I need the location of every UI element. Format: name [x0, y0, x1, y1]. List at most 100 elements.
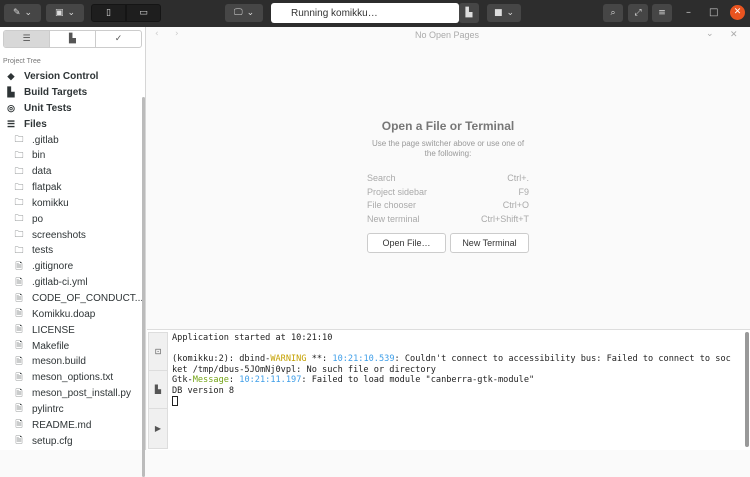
pages-dropdown[interactable]: ⌄	[706, 29, 714, 39]
file-label: CODE_OF_CONDUCT....	[32, 293, 146, 304]
build-icon: ▙	[154, 385, 162, 394]
folder-icon: 🗀	[14, 197, 24, 208]
tab-project-tree[interactable]: ☰	[4, 31, 50, 47]
file-icon: 🗎	[15, 435, 23, 446]
tab-run-output[interactable]: ▶	[149, 409, 167, 447]
pages-icon: ▣	[54, 8, 64, 18]
tree-folder[interactable]: 🗀 bin	[14, 148, 45, 164]
tree-file[interactable]: 🗎 README.md	[14, 417, 91, 433]
tree-file[interactable]: 🗎 Komikku.doap	[14, 306, 95, 322]
tree-folder[interactable]: 🗀 data	[14, 164, 51, 180]
folder-label: .gitlab	[32, 134, 59, 146]
header-bar: ✎ ⌄ ▣ ⌄ ▯ ▭ 🖵 ⌄ Running komikku… ▙ ■ ⌄ ⌕ ⤢ ≡…	[0, 0, 750, 27]
forward-button[interactable]: ›	[175, 29, 179, 39]
chevron-down-icon: ⌄	[246, 8, 255, 18]
stop-icon: ■	[493, 8, 503, 18]
bottom-panel: ⊡ ▙ ▶ Application started at 10:21:10 (k…	[147, 329, 750, 450]
folder-icon: 🗀	[14, 149, 24, 160]
build-menu-button[interactable]: ✎ ⌄	[4, 4, 41, 22]
tree-file[interactable]: 🗎 Makefile	[14, 338, 69, 354]
run-status-field[interactable]: Running komikku…	[271, 3, 459, 23]
folder-icon: 🗀	[14, 134, 24, 144]
empty-subtitle: Use the page switcher above or use one o…	[371, 139, 525, 158]
tree-group-label: Files	[24, 118, 47, 130]
device-menu-button[interactable]: 🖵 ⌄	[225, 4, 263, 22]
tree-group[interactable]: ◆ Version Control	[6, 68, 99, 84]
file-label: LICENSE	[32, 324, 75, 336]
terminal-line: ket /tmp/dbus-5JOmNj0vpl: No such file o…	[172, 364, 436, 375]
terminal-scrollbar[interactable]	[745, 332, 749, 447]
tree-folder[interactable]: 🗀 .gitlab	[14, 132, 59, 148]
open-file-button[interactable]: Open File…	[367, 233, 446, 253]
shortcut-row: Project sidebar F9	[367, 187, 529, 201]
close-page-button[interactable]: ✕	[730, 30, 738, 40]
shortcut-row: New terminal Ctrl+Shift+T	[367, 214, 529, 228]
tab-build-targets[interactable]: ▙	[50, 31, 96, 47]
build-icon: ▙	[7, 86, 15, 97]
shortcut-row: File chooser Ctrl+O	[367, 200, 529, 214]
toggle-panel-button[interactable]: ▭	[126, 4, 161, 22]
search-button[interactable]: ⌕	[603, 4, 623, 22]
maximize-button[interactable]: □	[709, 7, 718, 18]
sidebar-scrollbar[interactable]	[142, 97, 145, 477]
tree-file[interactable]: 🗎 LICENSE	[14, 322, 75, 338]
close-window-button[interactable]: ✕	[730, 5, 745, 20]
tree-file[interactable]: 🗎 .gitlab-ci.yml	[14, 275, 87, 291]
tree-group[interactable]: ☰ Files	[6, 116, 47, 132]
chevron-down-icon: ⌄	[67, 8, 76, 18]
chevron-down-icon: ⌄	[506, 8, 515, 18]
tree-folder[interactable]: 🗀 tests	[14, 243, 53, 259]
shortcut-label: File chooser	[367, 200, 417, 210]
chevron-down-icon: ⌄	[24, 8, 33, 18]
toggle-sidebar-button[interactable]: ▯	[91, 4, 126, 22]
play-icon: ▶	[154, 423, 162, 433]
file-icon: 🗎	[15, 276, 23, 287]
minimize-button[interactable]: –	[686, 7, 691, 18]
file-label: pylintrc	[32, 403, 64, 415]
pages-menu-button[interactable]: ▣ ⌄	[46, 4, 84, 22]
file-label: setup.cfg	[32, 435, 73, 447]
tree-file[interactable]: 🗎 setup.cfg	[14, 433, 73, 449]
tree-group[interactable]: ▙ Build Targets	[6, 84, 88, 100]
folder-icon: 🗀	[14, 213, 24, 224]
list-icon: ☰	[6, 118, 16, 129]
folder-label: screenshots	[32, 229, 86, 241]
menu-button[interactable]: ≡	[652, 4, 672, 22]
build-targets-button[interactable]: ▙	[459, 3, 479, 23]
file-icon: 🗎	[15, 340, 23, 351]
fullscreen-icon: ⤢	[634, 8, 642, 18]
tree-file[interactable]: 🗎 meson_options.txt	[14, 370, 113, 386]
folder-label: data	[32, 166, 52, 178]
tree-folder[interactable]: 🗀 komikku	[14, 195, 68, 211]
tree-folder[interactable]: 🗀 flatpak	[14, 180, 61, 196]
panel-icon: ▭	[139, 8, 148, 18]
tab-build-output[interactable]: ▙	[149, 371, 167, 409]
file-icon: 🗎	[15, 387, 23, 398]
tree-file[interactable]: 🗎 meson_post_install.py	[14, 386, 131, 402]
stop-button[interactable]: ■ ⌄	[487, 4, 521, 22]
search-icon: ⌕	[610, 8, 616, 18]
folder-label: po	[32, 213, 44, 225]
new-terminal-button[interactable]: New Terminal	[450, 233, 529, 253]
tab-todo[interactable]: ✓	[96, 31, 141, 47]
tree-folder[interactable]: 🗀 po	[14, 211, 43, 227]
tree-file[interactable]: 🗎 .gitignore	[14, 259, 73, 275]
shortcut-label: Project sidebar	[367, 186, 428, 197]
build-icon: ▙	[465, 8, 473, 18]
tree-group[interactable]: ◎ Unit Tests	[6, 100, 72, 116]
run-status-text: Running komikku…	[291, 7, 378, 19]
fullscreen-button[interactable]: ⤢	[628, 4, 648, 22]
folder-label: flatpak	[32, 182, 62, 194]
back-button[interactable]: ‹	[155, 29, 159, 39]
tab-terminal[interactable]: ⊡	[149, 333, 167, 371]
tree-file[interactable]: 🗎 meson.build	[14, 354, 86, 370]
folder-label: tests	[32, 245, 54, 257]
terminal-output[interactable]: Application started at 10:21:10 (komikku…	[172, 333, 731, 407]
file-icon: 🗎	[15, 371, 23, 382]
tree-file[interactable]: 🗎 CODE_OF_CONDUCT....	[14, 291, 146, 307]
shortcut-key: F9	[518, 186, 529, 197]
list-icon: ☰	[22, 34, 31, 44]
empty-state: Open a File or Terminal Use the page swi…	[367, 119, 529, 253]
tree-folder[interactable]: 🗀 screenshots	[14, 227, 86, 243]
tree-file[interactable]: 🗎 pylintrc	[14, 401, 64, 417]
